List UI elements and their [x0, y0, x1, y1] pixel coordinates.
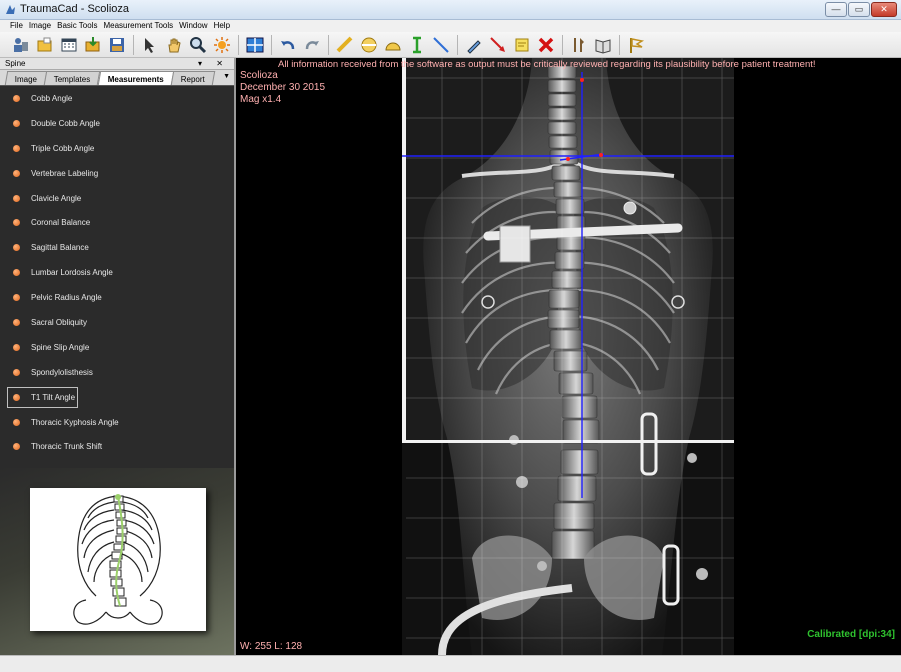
spine-panel: Spine ▾ ✕ Image Templates Measurements R… [0, 58, 236, 655]
selection-frame [7, 386, 78, 408]
panel-title: Spine [5, 59, 26, 68]
bullet-icon [13, 244, 20, 252]
bullet-icon [13, 219, 20, 227]
menu-help[interactable]: Help [214, 20, 230, 32]
bullet-icon [13, 418, 20, 426]
bullet-icon [13, 169, 20, 177]
bullet-icon [13, 343, 20, 351]
protractor-icon[interactable] [382, 34, 404, 56]
line-icon[interactable] [430, 34, 452, 56]
tab-report[interactable]: Report [170, 71, 215, 85]
tools-icon[interactable] [568, 34, 590, 56]
toolbar-separator [328, 34, 329, 55]
title-bar: TraumaCad - Scolioza — ▭ ✕ [0, 0, 901, 20]
toolbar-separator [238, 34, 239, 55]
spine-illustration [30, 488, 206, 631]
ruler-icon[interactable] [334, 34, 356, 56]
magnification: Mag x1.4 [240, 94, 282, 105]
bullet-icon [13, 194, 20, 202]
menu-image[interactable]: Image [29, 20, 51, 32]
menu-window[interactable]: Window [179, 20, 207, 32]
toolbar-separator [619, 34, 620, 55]
bullet-icon [13, 269, 20, 277]
bullet-icon [13, 443, 20, 451]
measurement-sacral-obliquity[interactable]: Sacral Obliquity [0, 310, 234, 335]
measurement-list: Cobb Angle Double Cobb Angle Triple Cobb… [0, 86, 234, 459]
bullet-icon [13, 294, 20, 302]
menu-bar: File Image Basic Tools Measurement Tools… [0, 20, 901, 32]
pointer-icon[interactable] [139, 34, 161, 56]
patient-icon[interactable] [10, 34, 32, 56]
undo-icon[interactable] [277, 34, 299, 56]
study-name: Scolioza [240, 70, 278, 81]
calendar-icon[interactable] [58, 34, 80, 56]
redo-icon[interactable] [301, 34, 323, 56]
tabs-dropdown-icon[interactable]: ▼ [223, 73, 230, 80]
panel-controls[interactable]: ▾ ✕ [198, 58, 229, 70]
save-icon[interactable] [106, 34, 128, 56]
window-title: TraumaCad - Scolioza [20, 3, 130, 15]
panel-header: Spine ▾ ✕ [0, 58, 234, 70]
tab-templates[interactable]: Templates [44, 71, 101, 85]
measurement-spondylolisthesis[interactable]: Spondylolisthesis [0, 360, 234, 385]
app-icon [6, 5, 15, 14]
measurement-thoracic-kyphosis-angle[interactable]: Thoracic Kyphosis Angle [0, 410, 234, 435]
measurement-t1-tilt-angle[interactable]: T1 Tilt Angle [0, 385, 234, 410]
pencil-icon[interactable] [463, 34, 485, 56]
delete-icon[interactable] [535, 34, 557, 56]
toolbar-separator [133, 34, 134, 55]
brightness-icon[interactable] [211, 34, 233, 56]
book-icon[interactable] [592, 34, 614, 56]
measurement-pelvic-radius-angle[interactable]: Pelvic Radius Angle [0, 285, 234, 310]
close-button[interactable]: ✕ [871, 2, 897, 17]
menu-file[interactable]: File [10, 20, 23, 32]
measurement-double-cobb-angle[interactable]: Double Cobb Angle [0, 111, 234, 136]
zoom-icon[interactable] [187, 34, 209, 56]
study-date: December 30 2015 [240, 82, 326, 93]
plausibility-warning: All information received from the softwa… [278, 59, 816, 70]
image-viewer[interactable]: All information received from the softwa… [238, 58, 901, 655]
arrow-icon[interactable] [487, 34, 509, 56]
window-level: W: 255 L: 128 [240, 641, 303, 652]
circle-icon[interactable] [358, 34, 380, 56]
toolbar-separator [457, 34, 458, 55]
note-icon[interactable] [511, 34, 533, 56]
toolbar [0, 32, 901, 58]
menu-measurement-tools[interactable]: Measurement Tools [103, 20, 173, 32]
flag-icon[interactable] [625, 34, 647, 56]
tab-image[interactable]: Image [4, 71, 48, 85]
layout-icon[interactable] [244, 34, 266, 56]
toolbar-separator [271, 34, 272, 55]
calibration-status: Calibrated [dpi:34] [807, 629, 895, 640]
bullet-icon [13, 144, 20, 152]
bullet-icon [13, 119, 20, 127]
measurement-spine-slip-angle[interactable]: Spine Slip Angle [0, 335, 234, 360]
measurement-lumbar-lordosis-angle[interactable]: Lumbar Lordosis Angle [0, 260, 234, 285]
measurement-vertebrae-labeling[interactable]: Vertebrae Labeling [0, 161, 234, 186]
panel-tabs: Image Templates Measurements Report ▼ [0, 70, 234, 86]
tab-measurements[interactable]: Measurements [97, 71, 174, 85]
pan-hand-icon[interactable] [163, 34, 185, 56]
measurement-cobb-angle[interactable]: Cobb Angle [0, 86, 234, 111]
caliper-icon[interactable] [406, 34, 428, 56]
xray-image[interactable] [402, 58, 734, 655]
measurement-sagittal-balance[interactable]: Sagittal Balance [0, 235, 234, 260]
measurement-coronal-balance[interactable]: Coronal Balance [0, 210, 234, 235]
bullet-icon [13, 368, 20, 376]
import-icon[interactable] [82, 34, 104, 56]
maximize-button[interactable]: ▭ [848, 2, 870, 17]
minimize-button[interactable]: — [825, 2, 847, 17]
measurement-thoracic-trunk-shift[interactable]: Thoracic Trunk Shift [0, 434, 234, 459]
bullet-icon [13, 318, 20, 326]
status-bar [0, 655, 901, 672]
open-folder-icon[interactable] [34, 34, 56, 56]
measurement-triple-cobb-angle[interactable]: Triple Cobb Angle [0, 136, 234, 161]
measurement-clavicle-angle[interactable]: Clavicle Angle [0, 186, 234, 211]
bullet-icon [13, 94, 20, 102]
menu-basic-tools[interactable]: Basic Tools [57, 20, 97, 32]
toolbar-separator [562, 34, 563, 55]
